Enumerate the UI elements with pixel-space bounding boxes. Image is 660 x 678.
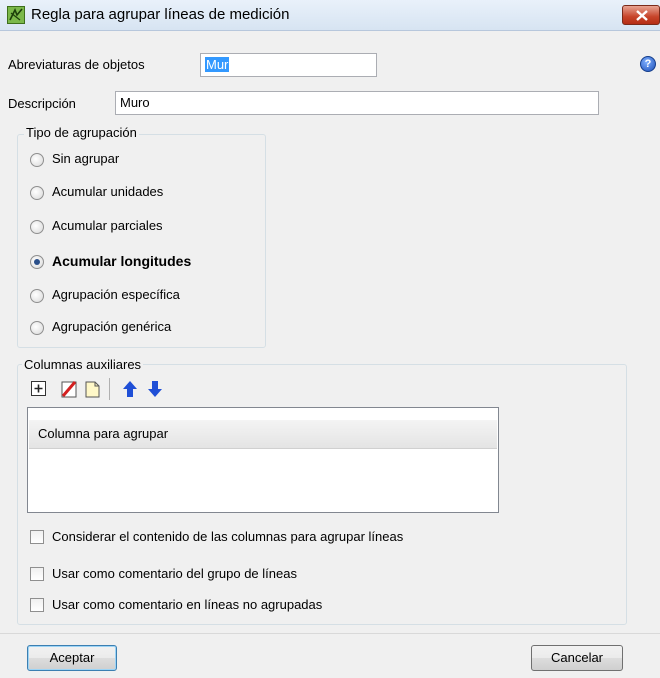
abbrev-label: Abreviaturas de objetos xyxy=(8,57,145,72)
aux-columns-list[interactable]: Columna para agrupar xyxy=(27,407,499,513)
radio-label: Agrupación específica xyxy=(52,287,180,302)
add-icon[interactable] xyxy=(30,380,48,398)
radio-label: Sin agrupar xyxy=(52,151,120,166)
list-item[interactable]: Columna para agrupar xyxy=(29,420,497,449)
grouping-type-title: Tipo de agrupación xyxy=(24,125,139,140)
checkbox-label: Usar como comentario en líneas no agrupa… xyxy=(52,597,323,612)
cancel-button[interactable]: Cancelar xyxy=(531,645,623,671)
radio-button[interactable] xyxy=(30,289,44,303)
description-value: Muro xyxy=(120,95,150,110)
description-input[interactable]: Muro xyxy=(115,91,599,115)
arrow-down-icon[interactable] xyxy=(146,380,164,398)
radio-label: Acumular longitudes xyxy=(52,253,192,269)
radio-button-selected[interactable] xyxy=(30,255,44,269)
help-icon[interactable]: ? xyxy=(640,56,656,72)
abbrev-input[interactable]: Mur xyxy=(200,53,377,77)
description-label: Descripción xyxy=(8,96,76,111)
radio-button[interactable] xyxy=(30,186,44,200)
list-item-label: Columna para agrupar xyxy=(38,426,169,441)
title-bar: Regla para agrupar líneas de medición xyxy=(0,0,660,31)
radio-label: Agrupación genérica xyxy=(52,319,172,334)
dialog-window: Regla para agrupar líneas de medición ? … xyxy=(0,0,660,678)
radio-button[interactable] xyxy=(30,153,44,167)
aux-columns-title: Columnas auxiliares xyxy=(22,357,144,372)
abbrev-value: Mur xyxy=(205,57,230,72)
radio-label: Acumular unidades xyxy=(52,184,164,199)
checkbox-label: Usar como comentario del grupo de líneas xyxy=(52,566,297,581)
accept-button[interactable]: Aceptar xyxy=(27,645,117,671)
checkbox-label: Considerar el contenido de las columnas … xyxy=(52,529,404,544)
radio-button[interactable] xyxy=(30,220,44,234)
delete-icon[interactable] xyxy=(60,380,78,398)
close-button[interactable] xyxy=(622,5,660,25)
window-title: Regla para agrupar líneas de medición xyxy=(31,6,290,23)
checkbox[interactable] xyxy=(30,598,44,612)
radio-label: Acumular parciales xyxy=(52,218,163,233)
checkbox[interactable] xyxy=(30,567,44,581)
radio-button[interactable] xyxy=(30,321,44,335)
grouping-type-group xyxy=(17,134,266,348)
arrow-up-icon[interactable] xyxy=(121,380,139,398)
app-icon xyxy=(7,6,25,24)
copy-icon[interactable] xyxy=(84,380,102,398)
checkbox[interactable] xyxy=(30,530,44,544)
close-icon xyxy=(636,10,648,21)
footer-divider xyxy=(0,633,660,634)
toolbar-separator xyxy=(109,378,110,400)
